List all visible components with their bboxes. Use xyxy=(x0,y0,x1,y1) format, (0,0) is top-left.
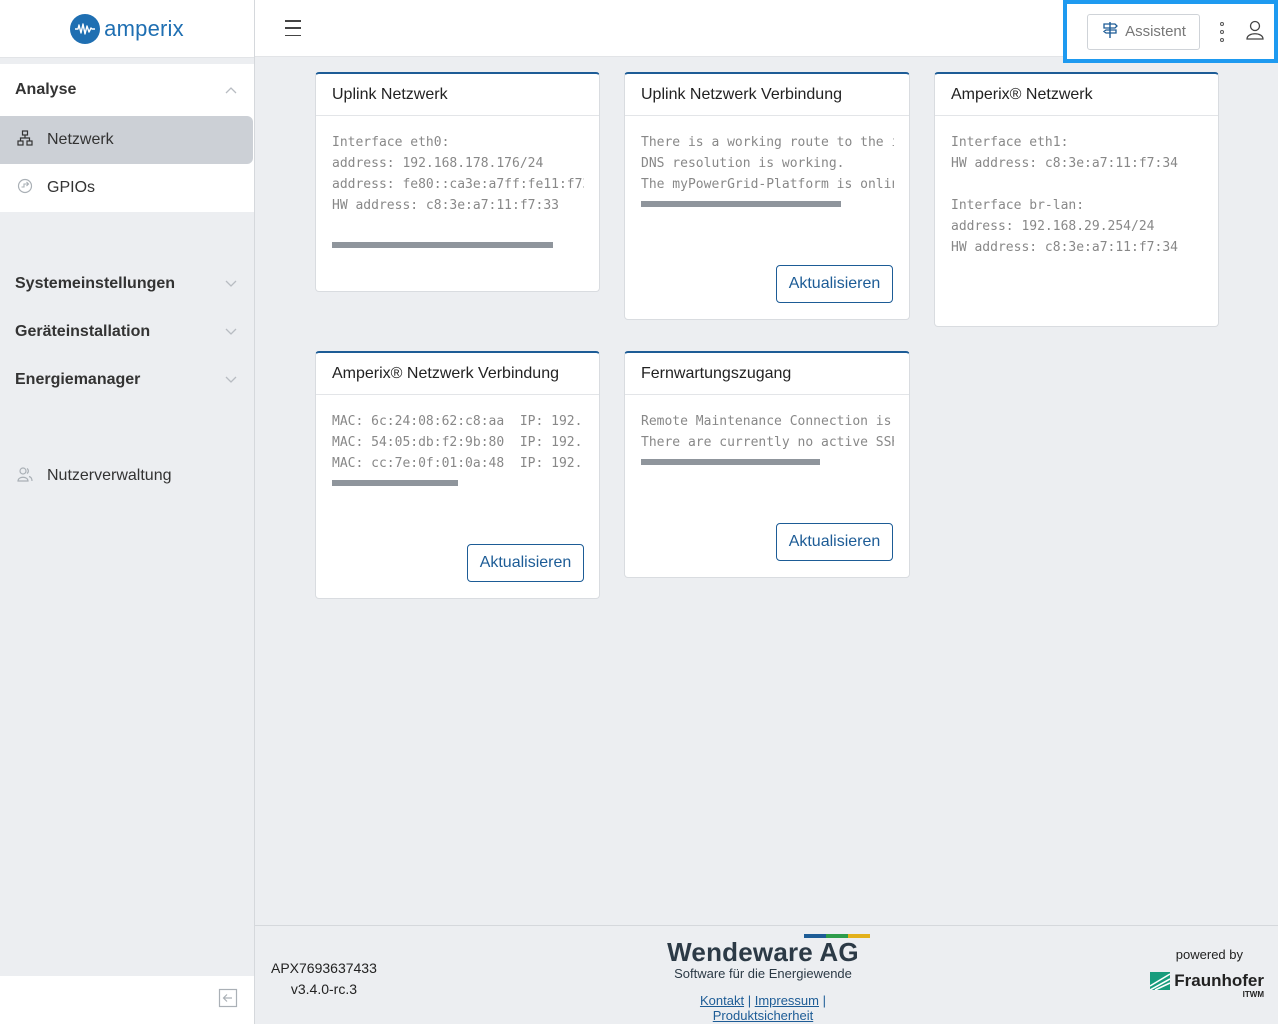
sidebar-item-netzwerk[interactable]: Netzwerk xyxy=(0,116,253,164)
card-uplink-network: Uplink Netzwerk Interface eth0: address:… xyxy=(315,72,600,292)
card-uplink-connection: Uplink Netzwerk Verbindung There is a wo… xyxy=(624,72,910,320)
version: v3.4.0-rc.3 xyxy=(290,981,357,997)
sidebar-footer xyxy=(0,976,254,1024)
wendeware-branding: Wendeware AG Software für die Energiewen… xyxy=(648,934,878,1023)
refresh-button[interactable]: Aktualisieren xyxy=(467,544,584,582)
section-label: Geräteinstallation xyxy=(15,323,151,340)
powered-by: powered by xyxy=(1175,947,1243,962)
footer-links: Kontakt | Impressum | Produktsicherheit xyxy=(648,993,878,1023)
card-title: Amperix® Netzwerk xyxy=(935,74,1218,116)
device-info: APX7693637433 v3.4.0-rc.3 xyxy=(271,958,377,1000)
section-label: Systemeinstellungen xyxy=(15,275,176,292)
card-amperix-network: Amperix® Netzwerk Interface eth1: HW add… xyxy=(934,72,1219,327)
kontakt-link[interactable]: Kontakt xyxy=(700,993,744,1008)
sidebar-item-systemeinstellungen[interactable]: Systemeinstellungen xyxy=(0,260,254,308)
assistant-button[interactable]: Assistent xyxy=(1087,13,1200,50)
chevron-down-icon xyxy=(224,373,238,387)
refresh-button[interactable]: Aktualisieren xyxy=(776,265,893,303)
menu-icon[interactable] xyxy=(285,18,301,38)
nav-group-analyse: Analyse Netzwerk GPIOs xyxy=(0,64,254,212)
card-content: There is a working route to the internet… xyxy=(641,135,894,192)
card-content: MAC: 6c:24:08:62:c8:aa IP: 192.168.29.10… xyxy=(332,414,584,471)
card-content: Interface eth0: address: 192.168.178.176… xyxy=(332,135,584,213)
section-label: Energiemanager xyxy=(15,371,141,388)
amperix-logo-icon xyxy=(70,13,101,44)
users-icon xyxy=(17,466,33,487)
footer: APX7693637433 v3.4.0-rc.3 Wendeware AG S… xyxy=(255,925,1278,1024)
card-content: Interface eth1: HW address: c8:3e:a7:11:… xyxy=(951,135,1178,255)
scrollbar[interactable] xyxy=(332,480,458,486)
nav-header-analyse[interactable]: Analyse xyxy=(0,64,254,116)
logo-text: amperix xyxy=(104,15,184,41)
signpost-icon xyxy=(1101,21,1119,43)
sidebar-item-geraeteinstallation[interactable]: Geräteinstallation xyxy=(0,308,254,356)
user-icon[interactable] xyxy=(1246,20,1264,44)
sidebar: amperix Analyse Netzwerk GPIOs Systemein… xyxy=(0,0,255,1024)
card-amperix-connection: Amperix® Netzwerk Verbindung MAC: 6c:24:… xyxy=(315,351,600,599)
assistant-label: Assistent xyxy=(1125,23,1186,40)
card-title: Uplink Netzwerk Verbindung xyxy=(625,74,909,116)
sidebar-item-nutzerverwaltung[interactable]: Nutzerverwaltung xyxy=(0,452,254,500)
scrollbar[interactable] xyxy=(641,201,841,207)
more-options-icon[interactable] xyxy=(1218,21,1226,42)
logo[interactable]: amperix xyxy=(0,0,254,58)
scrollbar[interactable] xyxy=(332,242,553,248)
card-title: Amperix® Netzwerk Verbindung xyxy=(316,353,599,395)
chevron-down-icon xyxy=(224,277,238,291)
sidebar-item-label: GPIOs xyxy=(47,179,96,196)
company-tagline: Software für die Energiewende xyxy=(674,966,852,981)
chevron-down-icon xyxy=(224,325,238,339)
top-actions: Assistent xyxy=(1063,0,1278,63)
card-content: Remote Maintenance Connection is active.… xyxy=(641,414,894,450)
fraunhofer-icon xyxy=(1149,972,1171,994)
sidebar-item-energiemanager[interactable]: Energiemanager xyxy=(0,356,254,404)
partner-name: Fraunhofer xyxy=(1174,971,1264,990)
collapse-sidebar-icon[interactable] xyxy=(218,988,238,1012)
nav-header-label: Analyse xyxy=(15,81,77,98)
refresh-button[interactable]: Aktualisieren xyxy=(776,523,893,561)
link-separator: | xyxy=(747,993,752,1008)
partner-sub: ITWM xyxy=(1242,990,1264,999)
produktsicherheit-link[interactable]: Produktsicherheit xyxy=(713,1008,813,1023)
chevron-up-icon xyxy=(224,83,238,97)
scrollbar[interactable] xyxy=(641,459,820,465)
fraunhofer-logo: Fraunhofer ITWM xyxy=(1149,971,1264,999)
sidebar-item-label: Nutzerverwaltung xyxy=(47,467,172,484)
network-icon xyxy=(17,129,33,151)
link-separator: | xyxy=(822,993,827,1008)
card-title: Fernwartungszugang xyxy=(625,353,909,395)
gpio-icon xyxy=(17,178,33,199)
serial-number: APX7693637433 xyxy=(271,960,377,976)
impressum-link[interactable]: Impressum xyxy=(755,993,819,1008)
card-title: Uplink Netzwerk xyxy=(316,74,599,116)
card-remote-access: Fernwartungszugang Remote Maintenance Co… xyxy=(624,351,910,578)
sidebar-item-gpios[interactable]: GPIOs xyxy=(0,164,254,212)
sidebar-item-label: Netzwerk xyxy=(47,131,114,148)
company-name: Wendeware AG xyxy=(667,937,859,967)
